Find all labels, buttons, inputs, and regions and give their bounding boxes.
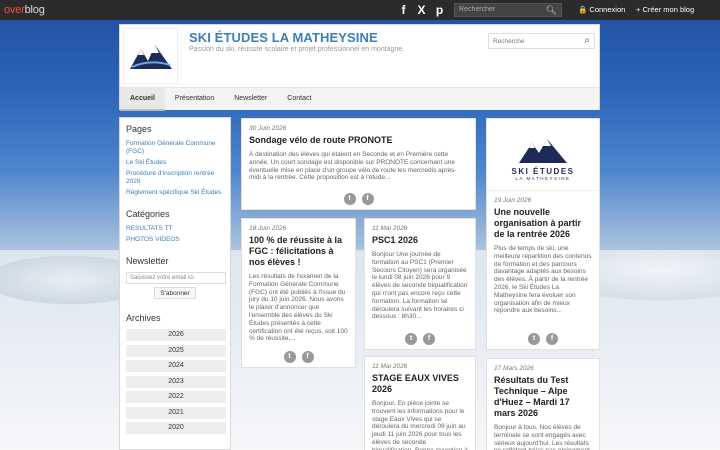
post-image-brand-logo[interactable]: SKI ÉTUDES LA MATHEYSINE <box>487 119 599 191</box>
brand-name: SKI ÉTUDES <box>511 166 575 176</box>
login-link[interactable]: 🔒 Connexion <box>578 5 625 14</box>
archive-year[interactable]: 2020 <box>126 422 226 434</box>
post-title[interactable]: Une nouvelle organisation à partir de la… <box>494 207 592 240</box>
logo-over-text: over <box>4 4 25 16</box>
overblog-logo[interactable]: overblog <box>0 4 45 16</box>
post-excerpt: Bonjour, En pièce jointe se trouvent les… <box>372 400 468 450</box>
archive-year[interactable]: 2022 <box>126 391 226 403</box>
site-title[interactable]: SKI ÉTUDES LA MATHEYSINE <box>189 30 378 45</box>
share-buttons: t f <box>365 333 475 345</box>
nav-contact[interactable]: Contact <box>277 88 321 111</box>
post-date: 11 Mai 2026 <box>372 363 408 370</box>
create-blog-link[interactable]: + Créer mon blog <box>636 5 694 14</box>
newsletter-heading: Newsletter <box>126 256 169 266</box>
archive-year[interactable]: 2024 <box>126 360 226 372</box>
share-buttons: t f <box>242 351 355 363</box>
archives-heading: Archives <box>126 313 161 323</box>
post-card[interactable]: 11 Mai 2026 STAGE EAUX VIVES 2026 Bonjou… <box>364 356 476 450</box>
subscribe-button[interactable]: S'abonner <box>154 287 196 299</box>
archive-year[interactable]: 2025 <box>126 344 226 357</box>
share-buttons: t f <box>487 333 599 345</box>
post-date: 30 Juin 2026 <box>249 125 287 132</box>
post-date: 17 Mars 2026 <box>494 365 534 372</box>
facebook-share-icon[interactable]: f <box>546 333 558 345</box>
nav-presentation[interactable]: Présentation <box>165 88 224 111</box>
blog-search-input[interactable]: Recherche ⌕ <box>488 33 595 49</box>
twitter-share-icon[interactable]: t <box>283 351 296 363</box>
logo-blog-text: blog <box>24 4 45 16</box>
blog-header: SKI ÉTUDES LA MATHEYSINE Passion du ski,… <box>119 24 600 111</box>
brand-sub: LA MATHEYSINE <box>515 175 571 181</box>
post-card[interactable]: SKI ÉTUDES LA MATHEYSINE 19 Juin 2026 Un… <box>486 118 600 350</box>
topbar-search-placeholder: Rechercher <box>459 6 496 13</box>
newsletter-email-input[interactable]: Saisissez votre email ici <box>126 272 226 284</box>
facebook-share-icon[interactable]: f <box>301 351 314 363</box>
post-date: 18 Juin 2026 <box>249 225 287 232</box>
mountain-logo-icon <box>129 45 172 69</box>
blog-search-placeholder: Recherche <box>493 38 525 45</box>
post-excerpt: Plus de temps de ski, une meilleure répa… <box>494 245 592 315</box>
share-buttons: t f <box>242 193 475 205</box>
post-title[interactable]: Sondage vélo de route PRONOTE <box>249 135 468 146</box>
site-subtitle: Passion du ski, réussite scolaire et pro… <box>189 46 405 53</box>
archive-year[interactable]: 2023 <box>126 375 226 388</box>
search-icon[interactable]: ⌕ <box>584 35 590 46</box>
mountain-logo-icon <box>519 138 567 163</box>
twitter-share-icon[interactable]: t <box>405 333 417 345</box>
facebook-share-icon[interactable]: f <box>423 333 435 345</box>
main-nav: Accueil Présentation Newsletter Contact <box>120 87 599 111</box>
twitter-share-icon[interactable]: t <box>528 333 540 345</box>
category-resultats[interactable]: RESULTATS TT <box>126 225 224 233</box>
page-link-reglement[interactable]: Règlement spécifique Ski Études <box>126 189 224 197</box>
pinterest-icon[interactable]: p <box>434 3 445 17</box>
archive-year[interactable]: 2026 <box>126 329 226 341</box>
page-link-fgc[interactable]: Formation Générale Commune (FGC) <box>126 140 224 156</box>
post-title[interactable]: 100 % de réussite à la FGC : félicitatio… <box>249 235 348 268</box>
facebook-icon[interactable]: f <box>398 3 409 17</box>
pages-heading: Pages <box>126 124 152 134</box>
search-icon[interactable]: 🔍︎ <box>546 5 557 16</box>
post-title[interactable]: STAGE EAUX VIVES 2026 <box>372 373 468 395</box>
sidebar: Pages Formation Générale Commune (FGC) L… <box>119 117 231 450</box>
page-link-ski-etudes[interactable]: Le Ski Études <box>126 159 224 167</box>
background-snow <box>0 250 720 450</box>
nav-accueil[interactable]: Accueil <box>120 88 165 111</box>
post-date: 19 Juin 2026 <box>494 197 532 204</box>
blog-logo[interactable] <box>123 28 178 84</box>
twitter-share-icon[interactable]: t <box>343 193 356 205</box>
category-photos[interactable]: PHOTOS VIDEOS <box>126 236 224 244</box>
x-twitter-icon[interactable]: X <box>416 3 427 17</box>
post-card[interactable]: 30 Juin 2026 Sondage vélo de route PRONO… <box>241 118 476 210</box>
post-card[interactable]: 17 Mars 2026 Résultats du Test Technique… <box>486 358 600 450</box>
post-card[interactable]: 11 Mai 2026 PSC1 2026 Bonjour Une journé… <box>364 218 476 350</box>
nav-newsletter[interactable]: Newsletter <box>224 88 277 111</box>
post-title[interactable]: Résultats du Test Technique – Alpe d'Hue… <box>494 375 592 419</box>
post-excerpt: Bonjour Une journée de formation au PSC1… <box>372 251 468 321</box>
archive-year[interactable]: 2021 <box>126 406 226 419</box>
post-date: 11 Mai 2026 <box>372 225 408 232</box>
facebook-share-icon[interactable]: f <box>361 193 374 205</box>
categories-heading: Catégories <box>126 209 170 219</box>
post-excerpt: Les résultats de l'examen de la Formatio… <box>249 273 348 343</box>
post-card[interactable]: 18 Juin 2026 100 % de réussite à la FGC … <box>241 218 356 368</box>
overblog-topbar: overblog f X p Rechercher 🔍︎ 🔒 Connexion… <box>0 0 720 20</box>
post-excerpt: Bonjour à tous, Nos élèves de terminale … <box>494 424 590 450</box>
post-title[interactable]: PSC1 2026 <box>372 235 468 246</box>
topbar-search-input[interactable]: Rechercher 🔍︎ <box>454 3 562 17</box>
post-excerpt: À destination des élèves qui étaient en … <box>249 151 457 182</box>
page-link-inscription[interactable]: Procédure d'inscription rentrée 2026 <box>126 170 224 186</box>
social-links: f X p <box>398 3 445 17</box>
